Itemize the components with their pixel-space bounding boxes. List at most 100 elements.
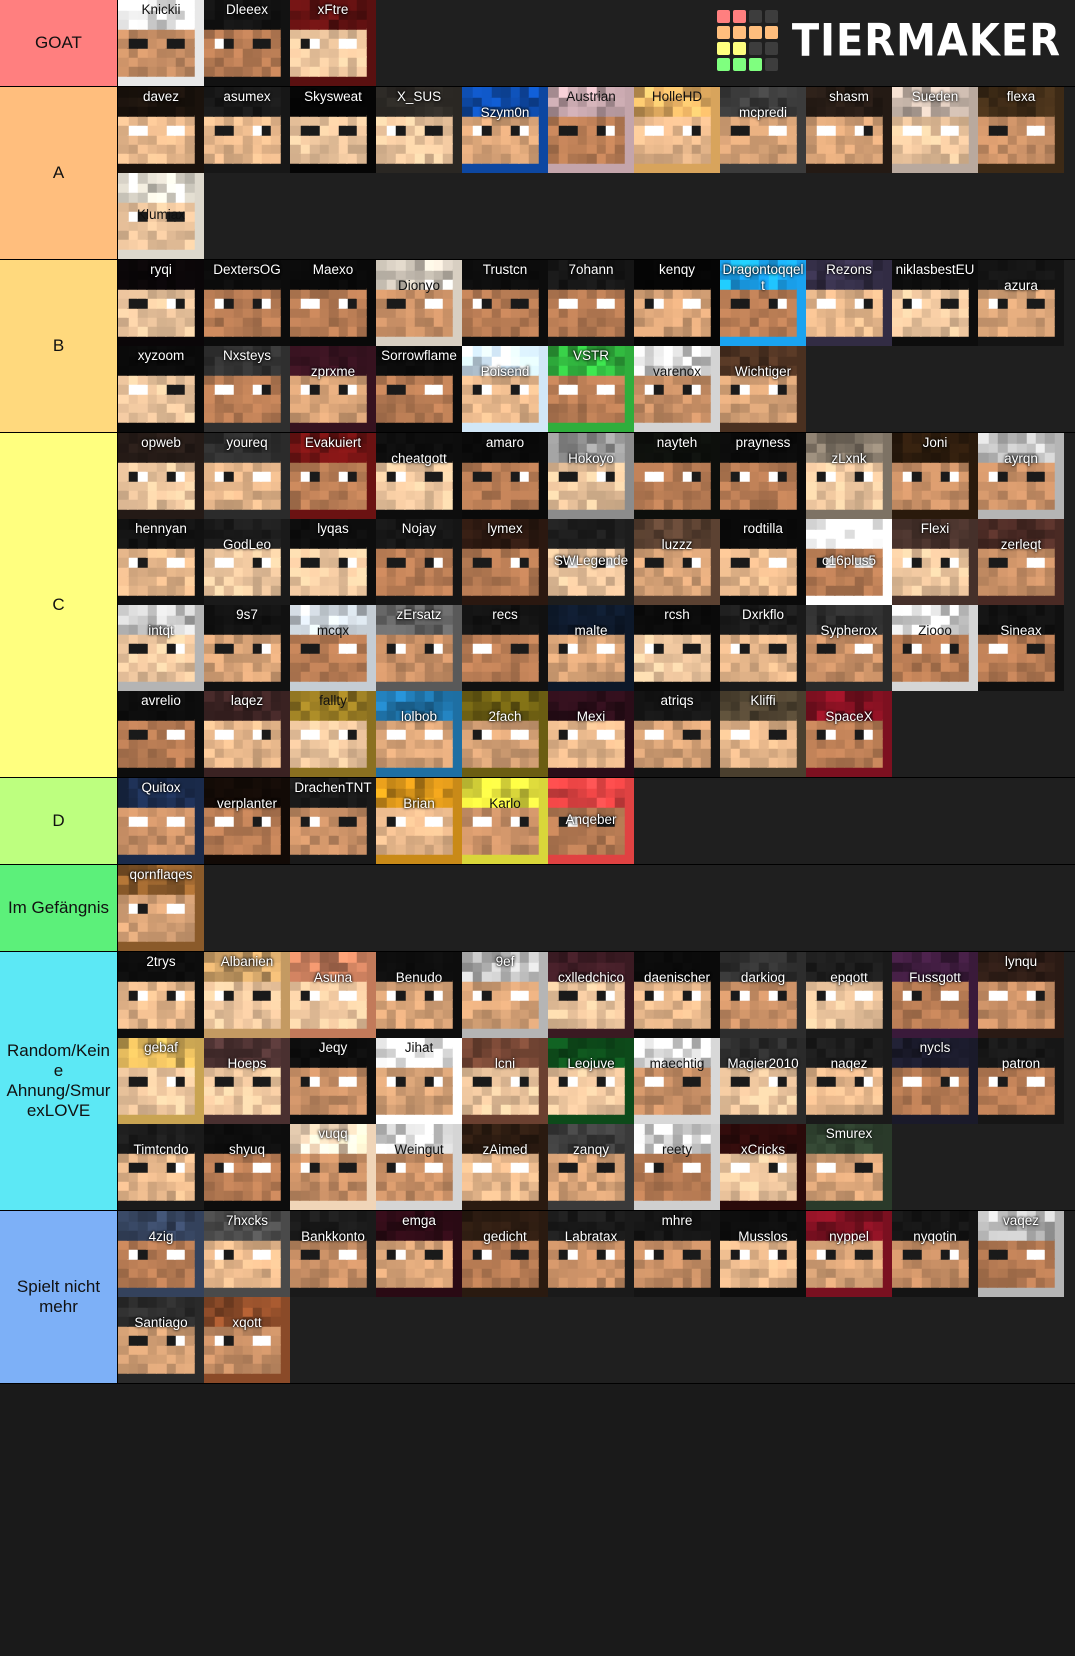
tier-item[interactable]: Labratax: [548, 1211, 634, 1297]
tier-item[interactable]: laqez: [204, 691, 290, 777]
tier-item[interactable]: Dxrkflo: [720, 605, 806, 691]
tier-item[interactable]: ryqi: [118, 260, 204, 346]
tier-item[interactable]: qornflaqes: [118, 865, 204, 951]
tier-label-goat[interactable]: GOAT: [0, 0, 118, 86]
tier-item[interactable]: darkiog: [720, 952, 806, 1038]
tier-item[interactable]: rodtilla: [720, 519, 806, 605]
tier-item[interactable]: mcqx: [290, 605, 376, 691]
tier-item[interactable]: 7ohann: [548, 260, 634, 346]
tier-item[interactable]: 4zig: [118, 1211, 204, 1297]
tier-item[interactable]: amaro: [462, 433, 548, 519]
tier-item[interactable]: nyqotin: [892, 1211, 978, 1297]
tier-item[interactable]: GodLeo: [204, 519, 290, 605]
tier-item[interactable]: 2trys: [118, 952, 204, 1038]
tier-item[interactable]: flexa: [978, 87, 1064, 173]
tier-item[interactable]: Ziooo: [892, 605, 978, 691]
tier-item[interactable]: verplanter: [204, 778, 290, 864]
tier-item[interactable]: 9s7: [204, 605, 290, 691]
tier-item[interactable]: fallty: [290, 691, 376, 777]
tier-item[interactable]: Evakuiert: [290, 433, 376, 519]
tier-item[interactable]: Mexi: [548, 691, 634, 777]
tier-item[interactable]: shasm: [806, 87, 892, 173]
tier-item[interactable]: cxlledchico: [548, 952, 634, 1038]
tier-item[interactable]: vaqez: [978, 1211, 1064, 1297]
tier-item[interactable]: Quitox: [118, 778, 204, 864]
tier-item[interactable]: mcpredi: [720, 87, 806, 173]
tier-item[interactable]: luzzz: [634, 519, 720, 605]
tier-item[interactable]: Leojuve: [548, 1038, 634, 1124]
tier-item[interactable]: Jihat: [376, 1038, 462, 1124]
tier-item[interactable]: Knickii: [118, 0, 204, 86]
tier-item[interactable]: naqez: [806, 1038, 892, 1124]
tier-item[interactable]: nyppel: [806, 1211, 892, 1297]
tier-item[interactable]: Karlo: [462, 778, 548, 864]
tier-item[interactable]: xFtre: [290, 0, 376, 86]
tier-label-c[interactable]: C: [0, 433, 118, 777]
tier-item[interactable]: lolbob: [376, 691, 462, 777]
tier-item[interactable]: reety: [634, 1124, 720, 1210]
tier-item[interactable]: DrachenTNT: [290, 778, 376, 864]
tier-item[interactable]: 9ef: [462, 952, 548, 1038]
tier-item[interactable]: zErsatz: [376, 605, 462, 691]
tier-item[interactable]: xyzoom: [118, 346, 204, 432]
tier-item[interactable]: Brian: [376, 778, 462, 864]
tier-item[interactable]: varenox: [634, 346, 720, 432]
tier-item[interactable]: avrelio: [118, 691, 204, 777]
tier-item[interactable]: Kliffi: [720, 691, 806, 777]
tier-item[interactable]: Hokoyo: [548, 433, 634, 519]
tier-item[interactable]: Jeqy: [290, 1038, 376, 1124]
tier-item[interactable]: Musslos: [720, 1211, 806, 1297]
tier-item[interactable]: SpaceX: [806, 691, 892, 777]
tier-item[interactable]: epqott: [806, 952, 892, 1038]
tier-item[interactable]: patron: [978, 1038, 1064, 1124]
tier-item[interactable]: opweb: [118, 433, 204, 519]
tier-label-random-keine-ahnung-smurexlove[interactable]: Random/Keine Ahnung/SmurexLOVE: [0, 952, 118, 1210]
tier-item[interactable]: Timtcndo: [118, 1124, 204, 1210]
tier-item[interactable]: hennyan: [118, 519, 204, 605]
tier-item[interactable]: davez: [118, 87, 204, 173]
tier-item[interactable]: Nxsteys: [204, 346, 290, 432]
tier-item[interactable]: Skysweat: [290, 87, 376, 173]
tier-item[interactable]: Dragontoqqelt: [720, 260, 806, 346]
tier-item[interactable]: Asuna: [290, 952, 376, 1038]
tier-item[interactable]: atriqs: [634, 691, 720, 777]
tier-item[interactable]: Poisend: [462, 346, 548, 432]
tier-item[interactable]: SWLegende: [548, 519, 634, 605]
tier-item[interactable]: maechtig: [634, 1038, 720, 1124]
tier-item[interactable]: Sueden: [892, 87, 978, 173]
tier-item[interactable]: Trustcn: [462, 260, 548, 346]
tier-item[interactable]: Rezons: [806, 260, 892, 346]
tier-item[interactable]: Sorrowflame: [376, 346, 462, 432]
tier-item[interactable]: lymex: [462, 519, 548, 605]
tier-label-b[interactable]: B: [0, 260, 118, 432]
tier-label-d[interactable]: D: [0, 778, 118, 864]
tier-item[interactable]: zLxnk: [806, 433, 892, 519]
tier-item[interactable]: HolleHD: [634, 87, 720, 173]
tier-item[interactable]: nycls: [892, 1038, 978, 1124]
tier-item[interactable]: youreq: [204, 433, 290, 519]
tier-item[interactable]: Bankkonto: [290, 1211, 376, 1297]
tier-item[interactable]: nayteh: [634, 433, 720, 519]
tier-item[interactable]: Weingut: [376, 1124, 462, 1210]
tier-item[interactable]: Joni: [892, 433, 978, 519]
tier-item[interactable]: zanqy: [548, 1124, 634, 1210]
tier-item[interactable]: prayness: [720, 433, 806, 519]
tier-item[interactable]: Sineax: [978, 605, 1064, 691]
tier-item[interactable]: emga: [376, 1211, 462, 1297]
tier-item[interactable]: zprxme: [290, 346, 376, 432]
tier-item[interactable]: gedicht: [462, 1211, 548, 1297]
tier-item[interactable]: intqt: [118, 605, 204, 691]
tier-item[interactable]: niklasbestEU: [892, 260, 978, 346]
tier-item[interactable]: Maexo: [290, 260, 376, 346]
tier-item[interactable]: gebaf: [118, 1038, 204, 1124]
tier-item[interactable]: ayrqn: [978, 433, 1064, 519]
tier-item[interactable]: Nojay: [376, 519, 462, 605]
tier-item[interactable]: Fussgott: [892, 952, 978, 1038]
tier-item[interactable]: azura: [978, 260, 1064, 346]
tier-item[interactable]: malte: [548, 605, 634, 691]
tier-item[interactable]: X_SUS: [376, 87, 462, 173]
tier-item[interactable]: Anqeber: [548, 778, 634, 864]
tier-item[interactable]: zerleqt: [978, 519, 1064, 605]
tier-item[interactable]: xCricks: [720, 1124, 806, 1210]
tier-item[interactable]: Smurex: [806, 1124, 892, 1210]
